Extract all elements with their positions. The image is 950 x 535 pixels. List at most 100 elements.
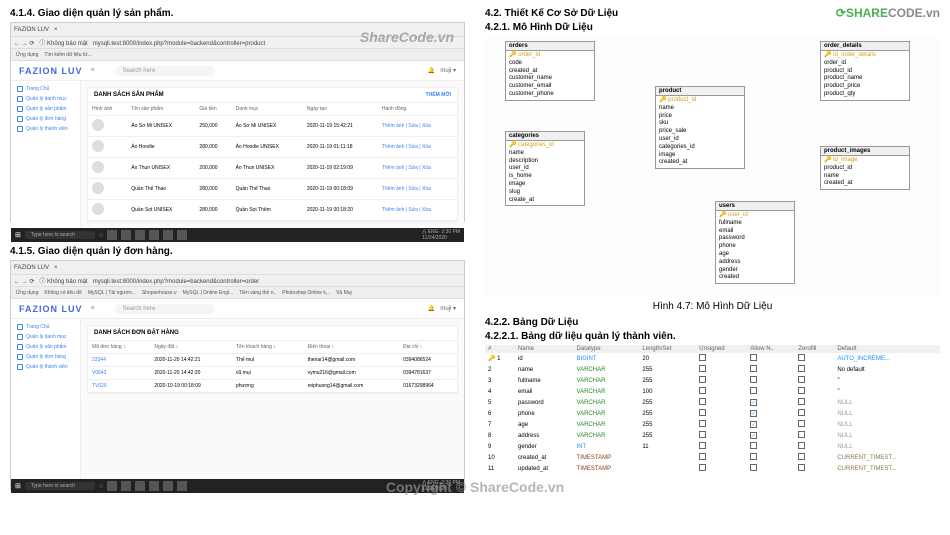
order-id-link[interactable]: 23344 <box>88 354 150 367</box>
heading-421: 4.2.1. Mô Hình Dữ Liệu <box>485 22 940 33</box>
sidebar-item[interactable]: Quản lý sản phẩm <box>11 104 80 114</box>
col-header: Name <box>515 345 574 353</box>
nav-icon <box>17 354 23 360</box>
panel-title: DANH SÁCH SẢN PHẨM <box>94 92 164 98</box>
product-thumb <box>92 161 104 173</box>
schema-row: 6phoneVARCHAR255✓NULL <box>485 408 940 419</box>
taskbar-search[interactable]: Type here to search <box>25 231 95 239</box>
sidebar-item[interactable]: Trang Chủ <box>11 84 80 94</box>
nav-icon <box>17 364 23 370</box>
row-actions[interactable]: Thêm ảnh | Sửa | Xóa <box>378 200 457 221</box>
sidebar-item[interactable]: Quản lý thành viên <box>11 362 80 372</box>
entity-categories: categories🔑 categories_idnamedescription… <box>505 131 585 206</box>
schema-row: 4emailVARCHAR100'' <box>485 386 940 397</box>
right-page: ⟳SHARECODE.vn 4.2. Thiết Kế Cơ Sở Dữ Liệ… <box>475 0 950 479</box>
app-header: FAZION LUV ≡ Search here 🔔 muji ▾ <box>11 299 464 319</box>
col-header: Default <box>834 345 940 353</box>
nav-icon <box>17 86 23 92</box>
sidebar-item[interactable]: Quản lý danh mục <box>11 332 80 342</box>
row-actions[interactable]: Thêm ảnh | Sửa | Xóa <box>378 158 457 179</box>
sidebar-item[interactable]: Quản lý sản phẩm <box>11 342 80 352</box>
app-logo: FAZION LUV <box>19 304 83 314</box>
taskbar: ⊞ Type here to search ○ ⋀ ENG 2:36 PM11/… <box>11 228 464 242</box>
sidebar-item[interactable]: Quản lý đơn hàng <box>11 352 80 362</box>
sharecode-logo: ⟳SHARECODE.vn <box>836 6 940 20</box>
menu-icon[interactable]: ≡ <box>91 67 95 74</box>
col-header: Zerofill <box>795 345 834 353</box>
search-input[interactable]: Search here <box>115 66 215 76</box>
screenshot-orders: FAZION LUV × ← → ⟳ ⓘ Không bảo mật mysql… <box>10 260 465 490</box>
browser-tab-bar: FAZION LUV × <box>11 261 464 275</box>
order-id-link[interactable]: TV025 <box>88 380 150 393</box>
nav-icon <box>17 106 23 112</box>
sidebar: Trang ChủQuản lý danh mụcQuản lý sản phẩ… <box>11 81 81 228</box>
col-header: Hình ảnh <box>88 103 127 116</box>
sidebar-item[interactable]: Quản lý danh mục <box>11 94 80 104</box>
col-header[interactable]: Tên khách hàng ↕ <box>232 341 304 354</box>
sidebar-item[interactable]: Quản lý đơn hàng <box>11 114 80 124</box>
schema-row: 5passwordVARCHAR255✓NULL <box>485 397 940 408</box>
product-thumb <box>92 119 104 131</box>
schema-row: 🔑 1idBIGINT20AUTO_INCREME... <box>485 353 940 364</box>
heading-414: 4.1.4. Giao diện quản lý sản phẩm. <box>10 8 465 19</box>
col-header: Hành động <box>378 103 457 116</box>
heading-422: 4.2.2. Bảng Dữ Liệu <box>485 317 940 328</box>
sidebar-item[interactable]: Quản lý thành viên <box>11 124 80 134</box>
col-header[interactable]: Điện thoại ↕ <box>304 341 399 354</box>
order-id-link[interactable]: V0643 <box>88 367 150 380</box>
col-header: # <box>485 345 515 353</box>
product-table: Hình ảnhTên sản phẩmGiá tiềnDanh mụcNgày… <box>88 103 457 221</box>
col-header: Datatype <box>574 345 640 353</box>
schema-row: 3fullnameVARCHAR255'' <box>485 375 940 386</box>
browser-url-bar[interactable]: ← → ⟳ ⓘ Không bảo mật mysqli.test:8000/i… <box>11 275 464 287</box>
entity-product_images: product_images🔑 id_imageproduct_idnamecr… <box>820 146 910 190</box>
product-thumb <box>92 182 104 194</box>
left-page: 4.1.4. Giao diện quản lý sản phẩm. Share… <box>0 0 475 498</box>
add-button[interactable]: THÊM MỚI <box>426 92 451 98</box>
user-menu[interactable]: 🔔 muji ▾ <box>428 67 456 74</box>
search-input[interactable]: Search here <box>115 304 215 314</box>
screenshot-products: ShareCode.vn FAZION LUV × ← → ⟳ ⓘ Không … <box>10 22 465 222</box>
schema-row: 7ageVARCHAR255✓NULL <box>485 419 940 430</box>
copyright-watermark: Copyright © ShareCode.vn <box>0 479 950 495</box>
bookmark-bar: Ứng dụngTìm kiếm dữ liệu từ... <box>11 49 464 61</box>
schema-row: 8addressVARCHAR255✓NULL <box>485 430 940 441</box>
col-header[interactable]: Địa chỉ ↕ <box>399 341 457 354</box>
schema-row: 2nameVARCHAR255No default <box>485 364 940 375</box>
table-row: Quần Thể Thao280,000Quần Thể Thao2020-11… <box>88 179 457 200</box>
watermark: ShareCode.vn <box>360 29 454 45</box>
schema-row: 10created_atTIMESTAMPCURRENT_TIMEST... <box>485 452 940 463</box>
col-header: Unsigned <box>696 345 747 353</box>
col-header[interactable]: Mã đơn hàng ↕ <box>88 341 150 354</box>
entity-product: product🔑 product_idnamepriceskuprice_sal… <box>655 86 745 169</box>
menu-icon[interactable]: ≡ <box>91 305 95 312</box>
product-thumb <box>92 140 104 152</box>
row-actions[interactable]: Thêm ảnh | Sửa | Xóa <box>378 116 457 137</box>
sidebar-item[interactable]: Trang Chủ <box>11 322 80 332</box>
row-actions[interactable]: Thêm ảnh | Sửa | Xóa <box>378 137 457 158</box>
nav-icon <box>17 96 23 102</box>
col-header[interactable]: Ngày đặt ↕ <box>150 341 232 354</box>
col-header: Length/Set <box>639 345 696 353</box>
col-header: Ngày tạo <box>303 103 378 116</box>
db-schema-table: #NameDatatypeLength/SetUnsignedAllow N..… <box>485 345 940 474</box>
heading-415: 4.1.5. Giao diện quản lý đơn hàng. <box>10 246 465 257</box>
nav-icon <box>17 116 23 122</box>
nav-icon <box>17 334 23 340</box>
panel-title: DANH SÁCH ĐƠN ĐẶT HÀNG <box>94 330 179 336</box>
bookmark-bar: Ứng dụngKhông có tiêu đềMySQL | Tải ngươ… <box>11 287 464 299</box>
schema-row: 9genderINT11NULL <box>485 441 940 452</box>
user-menu[interactable]: 🔔 muji ▾ <box>428 305 456 312</box>
entity-order_details: order_details🔑 id_order_detailsorder_idp… <box>820 41 910 101</box>
col-header: Tên sản phẩm <box>127 103 195 116</box>
app-logo: FAZION LUV <box>19 66 83 76</box>
product-thumb <box>92 203 104 215</box>
nav-icon <box>17 344 23 350</box>
table-row: V06432020-11-20 14:42:20vũ mụivymu216@gm… <box>88 367 457 380</box>
nav-icon <box>17 324 23 330</box>
entity-orders: orders🔑 order_idcodecreated_atcustomer_n… <box>505 41 595 101</box>
row-actions[interactable]: Thêm ảnh | Sửa | Xóa <box>378 179 457 200</box>
table-row: Áo Hoodie280,000Áo Hoodie UNISEX2020-11-… <box>88 137 457 158</box>
table-row: TV0252020-10-19 00:18:09phươngreiphuong1… <box>88 380 457 393</box>
order-table: Mã đơn hàng ↕Ngày đặt ↕Tên khách hàng ↕Đ… <box>88 341 457 393</box>
